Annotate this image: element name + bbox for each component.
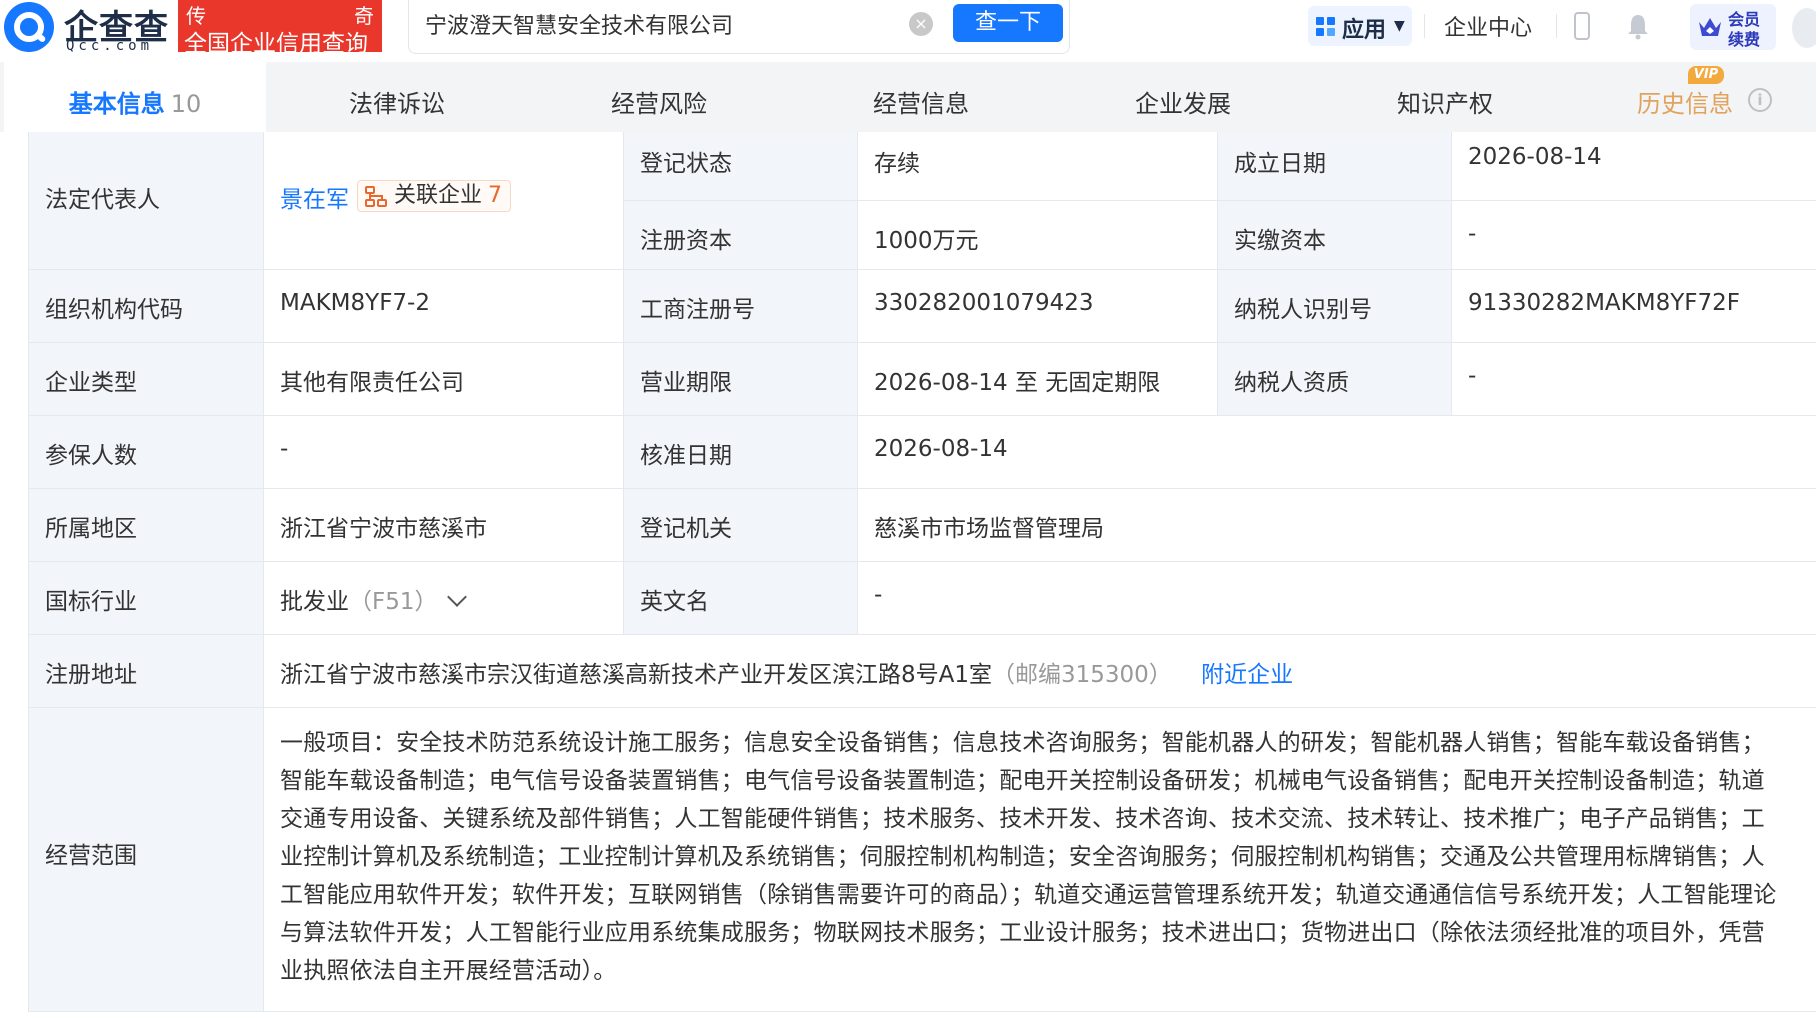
related-count: 7: [488, 183, 503, 208]
value-address: 浙江省宁波市慈溪市宗汉街道慈溪高新技术产业开发区滨江路8号A1室（邮编31530…: [264, 635, 1816, 708]
header-divider: [1556, 14, 1557, 38]
value-business-scope: 一般项目：安全技术防范系统设计施工服务；信息安全设备销售；信息技术咨询服务；智能…: [264, 708, 1816, 1012]
slogan-banner: 传 奇 全国企业信用查询: [178, 0, 382, 57]
section-tabs: 基本信息 10 法律诉讼 经营风险 经营信息 企业发展 知识产权 历史信息 VIP…: [0, 62, 1816, 132]
avatar[interactable]: [1792, 8, 1816, 48]
qcc-logo[interactable]: 企查查 Qcc.com: [4, 2, 174, 54]
crown-icon: [1699, 18, 1721, 36]
value-reg-authority: 慈溪市市场监督管理局: [858, 489, 1816, 562]
label-business-scope: 经营范围: [29, 708, 264, 1012]
label-insured: 参保人数: [29, 416, 264, 489]
label-approval-date: 核准日期: [624, 416, 858, 489]
value-insured: -: [264, 416, 624, 489]
label-biz-reg-no: 工商注册号: [624, 270, 858, 343]
top-header: 企查查 Qcc.com 传 奇 全国企业信用查询 × 查一下 应用 ▼ 企业中心…: [0, 0, 1816, 60]
label-biz-term: 营业期限: [624, 343, 858, 416]
tab-intellectual-property[interactable]: 知识产权: [1314, 62, 1576, 132]
tab-history-info[interactable]: 历史信息: [1554, 62, 1816, 132]
value-paid-capital: -: [1452, 201, 1816, 270]
tab-legal-litigation[interactable]: 法律诉讼: [266, 62, 528, 132]
value-biz-term: 2026-08-14 至 无固定期限: [858, 343, 1218, 416]
tab-business-risk[interactable]: 经营风险: [528, 62, 790, 132]
header-divider: [1424, 14, 1425, 38]
org-chart-icon: [365, 186, 387, 207]
bell-icon[interactable]: [1624, 12, 1652, 40]
value-reg-status: 存续: [858, 132, 1218, 201]
business-scope-text: 一般项目：安全技术防范系统设计施工服务；信息安全设备销售；信息技术咨询服务；智能…: [280, 730, 1777, 984]
basic-info-table: 法定代表人 景在军 关联企业 7 登记状态 存续 成立日期 2026-08-14 …: [28, 132, 1816, 1012]
tab-business-info[interactable]: 经营信息: [790, 62, 1052, 132]
search-input[interactable]: [425, 4, 905, 44]
address-text: 浙江省宁波市慈溪市宗汉街道慈溪高新技术产业开发区滨江路8号A1室: [280, 662, 993, 688]
related-label: 关联企业: [394, 183, 483, 208]
value-org-code: MAKM8YF7-2: [264, 270, 624, 343]
vip-renew-button[interactable]: 会员 续费: [1690, 4, 1776, 50]
apps-menu-button[interactable]: 应用 ▼: [1308, 6, 1412, 46]
value-english-name: -: [858, 562, 1816, 635]
chevron-down-icon[interactable]: [446, 587, 467, 607]
label-reg-status: 登记状态: [624, 132, 858, 201]
value-reg-capital: 1000万元: [858, 201, 1218, 270]
tab-enterprise-development[interactable]: 企业发展: [1052, 62, 1314, 132]
clear-icon[interactable]: ×: [909, 12, 933, 36]
label-english-name: 英文名: [624, 562, 858, 635]
logo-q-icon: [4, 2, 54, 52]
label-paid-capital: 实缴资本: [1218, 201, 1452, 270]
label-reg-capital: 注册资本: [624, 201, 858, 270]
label-taxpayer-id: 纳税人识别号: [1218, 270, 1452, 343]
value-approval-date: 2026-08-14: [858, 416, 1816, 489]
value-region: 浙江省宁波市慈溪市: [264, 489, 624, 562]
mobile-phone-icon[interactable]: [1574, 12, 1590, 40]
label-company-type: 企业类型: [29, 343, 264, 416]
industry-name: 批发业: [280, 589, 349, 615]
label-org-code: 组织机构代码: [29, 270, 264, 343]
value-est-date: 2026-08-14: [1452, 132, 1816, 201]
search-box: × 查一下: [408, 0, 1070, 54]
legal-rep-link[interactable]: 景在军: [280, 180, 349, 214]
postcode: （邮编315300）: [992, 662, 1172, 688]
value-industry: 批发业（F51）: [264, 562, 624, 635]
value-taxpayer-id: 91330282MAKM8YF72F: [1452, 270, 1816, 343]
label-legal-rep: 法定代表人: [29, 132, 264, 270]
value-company-type: 其他有限责任公司: [264, 343, 624, 416]
label-industry: 国标行业: [29, 562, 264, 635]
vip-line2: 续费: [1728, 30, 1761, 49]
label-est-date: 成立日期: [1218, 132, 1452, 201]
value-taxpayer-qual: -: [1452, 343, 1816, 416]
caret-down-icon: ▼: [1394, 18, 1405, 34]
enterprise-center-link[interactable]: 企业中心: [1444, 10, 1532, 42]
slogan-main: 全国企业信用查询: [184, 31, 368, 57]
value-biz-reg-no: 330282001079423: [858, 270, 1218, 343]
logo-domain: Qcc.com: [66, 38, 154, 54]
related-companies-badge[interactable]: 关联企业 7: [357, 180, 512, 212]
tab-basic-info[interactable]: 基本信息 10: [4, 62, 266, 132]
apps-grid-icon: [1316, 17, 1336, 37]
info-icon[interactable]: i: [1748, 88, 1772, 112]
vip-tag: VIP: [1688, 66, 1724, 84]
apps-label: 应用: [1342, 18, 1387, 43]
search-button[interactable]: 查一下: [953, 4, 1063, 42]
label-address: 注册地址: [29, 635, 264, 708]
industry-code: （F51）: [349, 589, 438, 615]
label-taxpayer-qual: 纳税人资质: [1218, 343, 1452, 416]
nearby-companies-link[interactable]: 附近企业: [1201, 662, 1293, 688]
label-region: 所属地区: [29, 489, 264, 562]
label-reg-authority: 登记机关: [624, 489, 858, 562]
